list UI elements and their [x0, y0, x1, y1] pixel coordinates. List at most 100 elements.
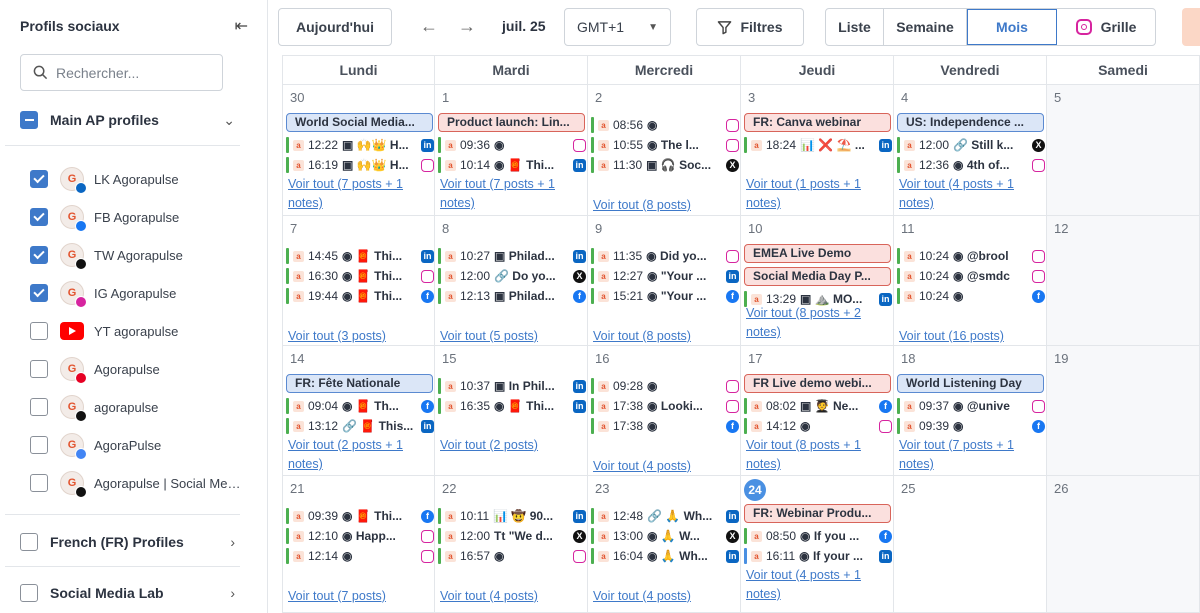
filters-button[interactable]: Filtres: [696, 8, 804, 46]
scheduled-post[interactable]: a 10:11 📊 🤠 90... in: [438, 507, 586, 525]
view-semaine[interactable]: Semaine: [884, 9, 967, 45]
see-all-link[interactable]: Voir tout (4 posts): [440, 587, 585, 606]
see-all-link[interactable]: Voir tout (8 posts + 2 notes): [746, 304, 891, 342]
calendar-day-cell[interactable]: 30 World Social Media... a 12:22 ▣ 🙌👑 H... in…: [282, 85, 435, 216]
scheduled-post[interactable]: a 08:56 ◉: [591, 116, 739, 134]
view-grille[interactable]: Grille: [1057, 9, 1155, 45]
calendar-day-cell[interactable]: 8 a 10:27 ▣ Philad... in a 12:00 🔗 Do yo... Xa 12…: [435, 216, 588, 346]
create-post-button[interactable]: [1182, 8, 1200, 46]
scheduled-post[interactable]: a 09:04 ◉ 🧧 Th... f: [286, 397, 434, 415]
scheduled-post[interactable]: a 11:30 ▣ 🎧 Soc... X: [591, 156, 739, 174]
calendar-day-cell[interactable]: 19: [1047, 346, 1200, 476]
calendar-day-cell[interactable]: 17 FR Live demo webi... a 08:02 ▣ 🧑‍🎓 Ne... f…: [741, 346, 894, 476]
calendar-event[interactable]: Product launch: Lin...: [438, 113, 585, 132]
see-all-link[interactable]: Voir tout (7 posts + 1 notes): [440, 175, 585, 213]
see-all-link[interactable]: Voir tout (8 posts + 1 notes): [746, 436, 891, 474]
scheduled-post[interactable]: a 12:13 ▣ Philad... f: [438, 287, 586, 305]
scheduled-post[interactable]: a 12:27 ◉ "Your ... in: [591, 267, 739, 285]
calendar-day-cell[interactable]: 10 EMEA Live Demo Social Media Day P... a 13…: [741, 216, 894, 346]
group-checkbox[interactable]: [20, 533, 38, 551]
calendar-day-cell[interactable]: 25: [894, 476, 1047, 613]
calendar-event[interactable]: FR Live demo webi...: [744, 374, 891, 393]
profile-item[interactable]: G LK Agorapulse: [30, 164, 245, 194]
previous-arrow-icon[interactable]: ←: [420, 16, 438, 37]
calendar-event[interactable]: EMEA Live Demo: [744, 244, 891, 263]
scheduled-post[interactable]: a 13:00 ◉ 🙏 W... X: [591, 527, 739, 545]
see-all-link[interactable]: Voir tout (2 posts + 1 notes): [288, 436, 433, 474]
see-all-link[interactable]: Voir tout (4 posts): [593, 587, 738, 606]
calendar-event[interactable]: World Social Media...: [286, 113, 433, 132]
scheduled-post[interactable]: a 12:00 Tt "We d... X: [438, 527, 586, 545]
calendar-day-cell[interactable]: 23 a 12:48 🔗 🙏 Wh... in a 13:00 ◉ 🙏 W... Xa 16:04…: [588, 476, 741, 613]
group-main-ap-profiles[interactable]: Main AP profiles ⌄: [20, 108, 235, 132]
scheduled-post[interactable]: a 18:24 📊 ❌ ⛱️ ... in: [744, 136, 892, 154]
see-all-link[interactable]: Voir tout (5 posts): [440, 327, 585, 345]
scheduled-post[interactable]: a 08:50 ◉ If you ... f: [744, 527, 892, 545]
profile-search-box[interactable]: [20, 54, 223, 91]
see-all-link[interactable]: Voir tout (3 posts): [288, 327, 433, 345]
timezone-select[interactable]: GMT+1 ▼: [564, 8, 671, 46]
calendar-day-cell[interactable]: 15 a 10:37 ▣ In Phil... in a 16:35 ◉ 🧧 Thi... in…: [435, 346, 588, 476]
scheduled-post[interactable]: a 12:36 ◉ 4th of...: [897, 156, 1045, 174]
calendar-day-cell[interactable]: 18 World Listening Day a 09:37 ◉ @unive a 09:3…: [894, 346, 1047, 476]
profile-item[interactable]: G AgoraPulse: [30, 430, 245, 460]
scheduled-post[interactable]: a 16:57 ◉: [438, 547, 586, 565]
see-all-link[interactable]: Voir tout (8 posts): [593, 327, 738, 345]
profile-checkbox[interactable]: [30, 246, 48, 264]
view-liste[interactable]: Liste: [826, 9, 884, 45]
calendar-day-cell[interactable]: 9 a 11:35 ◉ Did yo... a 12:27 ◉ "Your ... in a 15…: [588, 216, 741, 346]
group-checkbox[interactable]: [20, 584, 38, 602]
group-partial-checkbox[interactable]: [20, 111, 38, 129]
today-button[interactable]: Aujourd'hui: [278, 8, 392, 46]
scheduled-post[interactable]: a 16:30 ◉ 🧧 Thi...: [286, 267, 434, 285]
profile-item[interactable]: G FB Agorapulse: [30, 202, 245, 232]
scheduled-post[interactable]: a 10:27 ▣ Philad... in: [438, 247, 586, 265]
see-all-link[interactable]: Voir tout (4 posts + 1 notes): [746, 566, 891, 604]
scheduled-post[interactable]: a 17:38 ◉ f: [591, 417, 739, 435]
scheduled-post[interactable]: a 12:14 ◉: [286, 547, 434, 565]
collapse-sidebar-icon[interactable]: ⇤: [235, 16, 248, 36]
chevron-right-icon[interactable]: ›: [230, 585, 235, 601]
view-mois[interactable]: Mois: [967, 9, 1057, 45]
profile-search-input[interactable]: [56, 64, 206, 81]
calendar-day-cell[interactable]: 12: [1047, 216, 1200, 346]
scheduled-post[interactable]: a 17:38 ◉ Looki...: [591, 397, 739, 415]
scheduled-post[interactable]: a 16:35 ◉ 🧧 Thi... in: [438, 397, 586, 415]
scheduled-post[interactable]: a 15:21 ◉ "Your ... f: [591, 287, 739, 305]
calendar-day-cell[interactable]: 26: [1047, 476, 1200, 613]
see-all-link[interactable]: Voir tout (4 posts + 1 notes): [899, 175, 1044, 213]
profile-checkbox[interactable]: [30, 208, 48, 226]
profile-item[interactable]: Gagorapulse: [30, 392, 245, 422]
see-all-link[interactable]: Voir tout (16 posts): [899, 327, 1044, 345]
scheduled-post[interactable]: a 12:00 🔗 Do yo... X: [438, 267, 586, 285]
profile-checkbox[interactable]: [30, 284, 48, 302]
calendar-day-cell[interactable]: 21 a 09:39 ◉ 🧧 Thi... f a 12:10 ◉ Happ... a 12:14…: [282, 476, 435, 613]
scheduled-post[interactable]: a 10:24 ◉ @smdc: [897, 267, 1045, 285]
scheduled-post[interactable]: a 10:24 ◉ f: [897, 287, 1045, 305]
scheduled-post[interactable]: a 11:35 ◉ Did yo...: [591, 247, 739, 265]
calendar-day-cell[interactable]: 4 US: Independence ... a 12:00 🔗 Still k... X…: [894, 85, 1047, 216]
profile-item[interactable]: G Agorapulse | Social Media Management: [30, 468, 245, 498]
scheduled-post[interactable]: a 09:39 ◉ 🧧 Thi... f: [286, 507, 434, 525]
scheduled-post[interactable]: a 19:44 ◉ 🧧 Thi... f: [286, 287, 434, 305]
profile-checkbox[interactable]: [30, 170, 48, 188]
scheduled-post[interactable]: a 14:45 ◉ 🧧 Thi... in: [286, 247, 434, 265]
calendar-day-cell[interactable]: 16 a 09:28 ◉ a 17:38 ◉ Looki... a 17:38 ◉ f Voir to…: [588, 346, 741, 476]
profile-item[interactable]: G Agorapulse: [30, 354, 245, 384]
calendar-day-cell[interactable]: 3 FR: Canva webinar a 18:24 📊 ❌ ⛱️ ... in Voir…: [741, 85, 894, 216]
scheduled-post[interactable]: a 10:24 ◉ @brool: [897, 247, 1045, 265]
calendar-event[interactable]: FR: Fête Nationale: [286, 374, 433, 393]
group-social-media-lab[interactable]: Social Media Lab ›: [20, 581, 235, 605]
scheduled-post[interactable]: a 12:48 🔗 🙏 Wh... in: [591, 507, 739, 525]
next-arrow-icon[interactable]: →: [458, 16, 476, 37]
chevron-right-icon[interactable]: ›: [230, 534, 235, 550]
calendar-day-cell[interactable]: 24 FR: Webinar Produ... a 08:50 ◉ If you ...…: [741, 476, 894, 613]
profile-item[interactable]: YT agorapulse: [30, 316, 245, 346]
see-all-link[interactable]: Voir tout (8 posts): [593, 196, 738, 215]
calendar-event[interactable]: World Listening Day: [897, 374, 1044, 393]
calendar-day-cell[interactable]: 5: [1047, 85, 1200, 216]
see-all-link[interactable]: Voir tout (7 posts): [288, 587, 433, 606]
see-all-link[interactable]: Voir tout (7 posts + 1 notes): [288, 175, 433, 213]
calendar-day-cell[interactable]: 22 a 10:11 📊 🤠 90... in a 12:00 Tt "We d... Xa 16…: [435, 476, 588, 613]
calendar-day-cell[interactable]: 14 FR: Fête Nationale a 09:04 ◉ 🧧 Th... f a 13:…: [282, 346, 435, 476]
